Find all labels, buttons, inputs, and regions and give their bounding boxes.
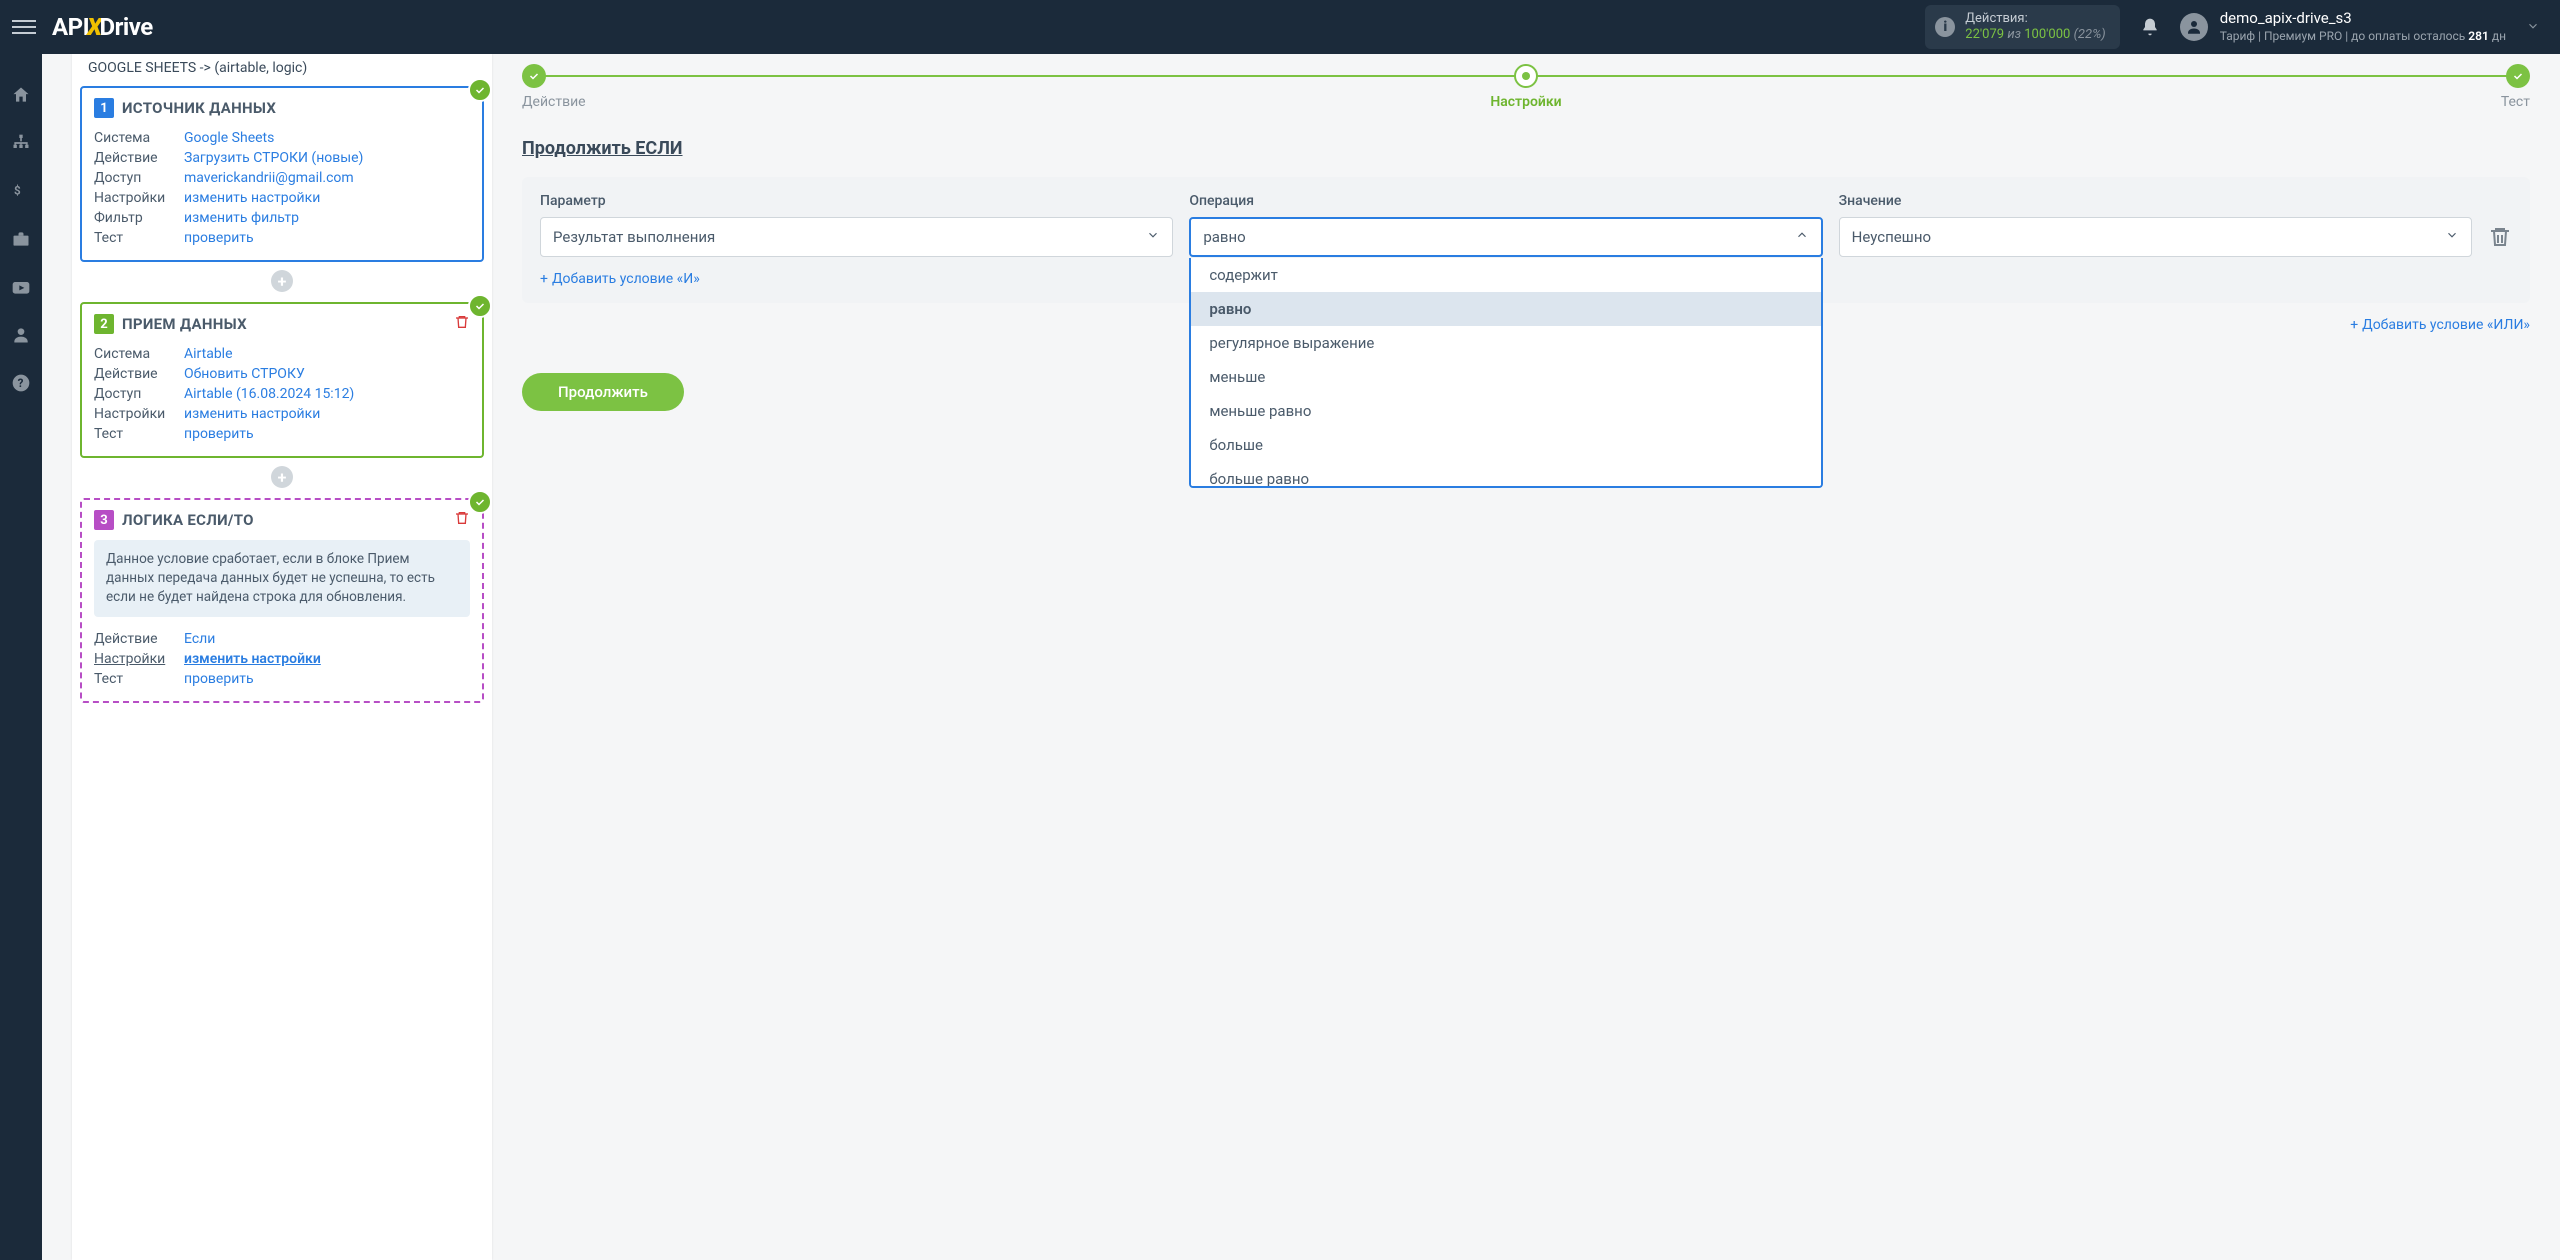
nav-account-icon[interactable] <box>10 324 32 346</box>
step-settings-dot[interactable] <box>1514 64 1538 88</box>
block-dest[interactable]: 2 ПРИЕМ ДАННЫХ СистемаAirtable ДействиеО… <box>80 302 484 458</box>
source-filter-link[interactable]: изменить фильтр <box>184 210 299 226</box>
logo-api: API <box>52 13 89 41</box>
operation-option[interactable]: регулярное выражение <box>1191 326 1820 360</box>
operation-option[interactable]: больше <box>1191 428 1820 462</box>
value-select[interactable]: Неуспешно <box>1839 217 2472 257</box>
topbar: APIXDrive i Действия: 22'079 из 100'000 … <box>0 0 2560 54</box>
logo[interactable]: APIXDrive <box>52 13 153 41</box>
step-settings-label: Настройки <box>1490 94 1561 110</box>
block-source[interactable]: 1 ИСТОЧНИК ДАННЫХ СистемаGoogle Sheets Д… <box>80 86 484 262</box>
nav-billing-icon[interactable]: $ <box>10 180 32 202</box>
operation-label: Операция <box>1189 193 1822 209</box>
actions-value: 22'079 из 100'000 (22%) <box>1965 27 2105 43</box>
info-icon: i <box>1935 17 1955 37</box>
check-icon <box>468 490 492 514</box>
chevron-down-icon[interactable] <box>2506 18 2540 37</box>
avatar-icon <box>2180 13 2208 41</box>
tariff-line: Тариф | Премиум PRO | до оплаты осталось… <box>2220 29 2506 45</box>
continue-button[interactable]: Продолжить <box>522 373 684 411</box>
step-test-dot[interactable] <box>2506 64 2530 88</box>
add-block-button[interactable]: + <box>271 466 293 488</box>
check-icon <box>468 78 492 102</box>
param-label: Параметр <box>540 193 1173 209</box>
chevron-down-icon <box>2445 228 2459 246</box>
nav-video-icon[interactable] <box>10 276 32 298</box>
trash-icon[interactable] <box>454 314 470 334</box>
block-logic[interactable]: 3 ЛОГИКА ЕСЛИ/ТО Данное условие сработае… <box>80 498 484 703</box>
operation-option[interactable]: больше равно <box>1191 462 1820 488</box>
nav-connections-icon[interactable] <box>10 132 32 154</box>
svg-text:?: ? <box>18 376 24 390</box>
step-action-dot[interactable] <box>522 64 546 88</box>
dest-settings-link[interactable]: изменить настройки <box>184 406 320 422</box>
block-num: 3 <box>94 510 114 530</box>
delete-condition-icon[interactable] <box>2488 225 2512 249</box>
nav-briefcase-icon[interactable] <box>10 228 32 250</box>
username: demo_apix-drive_s3 <box>2220 9 2506 29</box>
value-label: Значение <box>1839 193 2472 209</box>
flow-sidebar: GOOGLE SHEETS -> (airtable, logic) 1 ИСТ… <box>72 54 492 1260</box>
param-select[interactable]: Результат выполнения <box>540 217 1173 257</box>
add-block-button[interactable]: + <box>271 270 293 292</box>
source-settings-link[interactable]: изменить настройки <box>184 190 320 206</box>
block-title: ЛОГИКА ЕСЛИ/ТО <box>122 511 254 529</box>
nav-help-icon[interactable]: ? <box>10 372 32 394</box>
plus-icon: + <box>540 271 548 287</box>
logic-note: Данное условие сработает, если в блоке П… <box>94 540 470 617</box>
plus-icon: + <box>2350 317 2358 333</box>
actions-counter[interactable]: i Действия: 22'079 из 100'000 (22%) <box>1925 5 2119 48</box>
bell-icon[interactable] <box>2140 17 2160 37</box>
operation-option[interactable]: равно <box>1191 292 1820 326</box>
condition-group: Параметр Результат выполнения Операция р… <box>522 177 2530 303</box>
dest-test-link[interactable]: проверить <box>184 426 254 442</box>
user-menu[interactable]: demo_apix-drive_s3 Тариф | Премиум PRO |… <box>2180 9 2506 44</box>
operation-option[interactable]: содержит <box>1191 258 1820 292</box>
chevron-down-icon <box>1146 228 1160 246</box>
step-action-label: Действие <box>522 94 586 110</box>
logo-drive: Drive <box>100 13 153 41</box>
stepper: Действие Настройки Тест <box>522 64 2530 110</box>
chevron-up-icon <box>1795 228 1809 246</box>
svg-text:$: $ <box>14 184 21 198</box>
section-title: Продолжить ЕСЛИ <box>522 138 2530 159</box>
menu-icon[interactable] <box>12 15 36 39</box>
trash-icon[interactable] <box>454 510 470 530</box>
operation-select[interactable]: равно <box>1189 217 1822 257</box>
block-title: ИСТОЧНИК ДАННЫХ <box>122 99 276 117</box>
add-or-condition[interactable]: + Добавить условие «ИЛИ» <box>2350 317 2530 333</box>
step-test-label: Тест <box>2501 94 2530 110</box>
source-test-link[interactable]: проверить <box>184 230 254 246</box>
block-num: 1 <box>94 98 114 118</box>
actions-label: Действия: <box>1965 11 2105 27</box>
block-title: ПРИЕМ ДАННЫХ <box>122 315 247 333</box>
logic-test-link[interactable]: проверить <box>184 671 254 687</box>
operation-dropdown: содержит равно регулярное выражение мень… <box>1189 258 1822 488</box>
operation-option[interactable]: меньше равно <box>1191 394 1820 428</box>
operation-option[interactable]: меньше <box>1191 360 1820 394</box>
main-panel: Действие Настройки Тест Продолжить ЕСЛИ … <box>492 54 2560 1260</box>
left-nav: $ ? <box>0 54 42 1260</box>
block-num: 2 <box>94 314 114 334</box>
breadcrumb: GOOGLE SHEETS -> (airtable, logic) <box>80 54 484 86</box>
check-icon <box>468 294 492 318</box>
logic-settings-link[interactable]: изменить настройки <box>184 651 321 667</box>
nav-home-icon[interactable] <box>10 84 32 106</box>
